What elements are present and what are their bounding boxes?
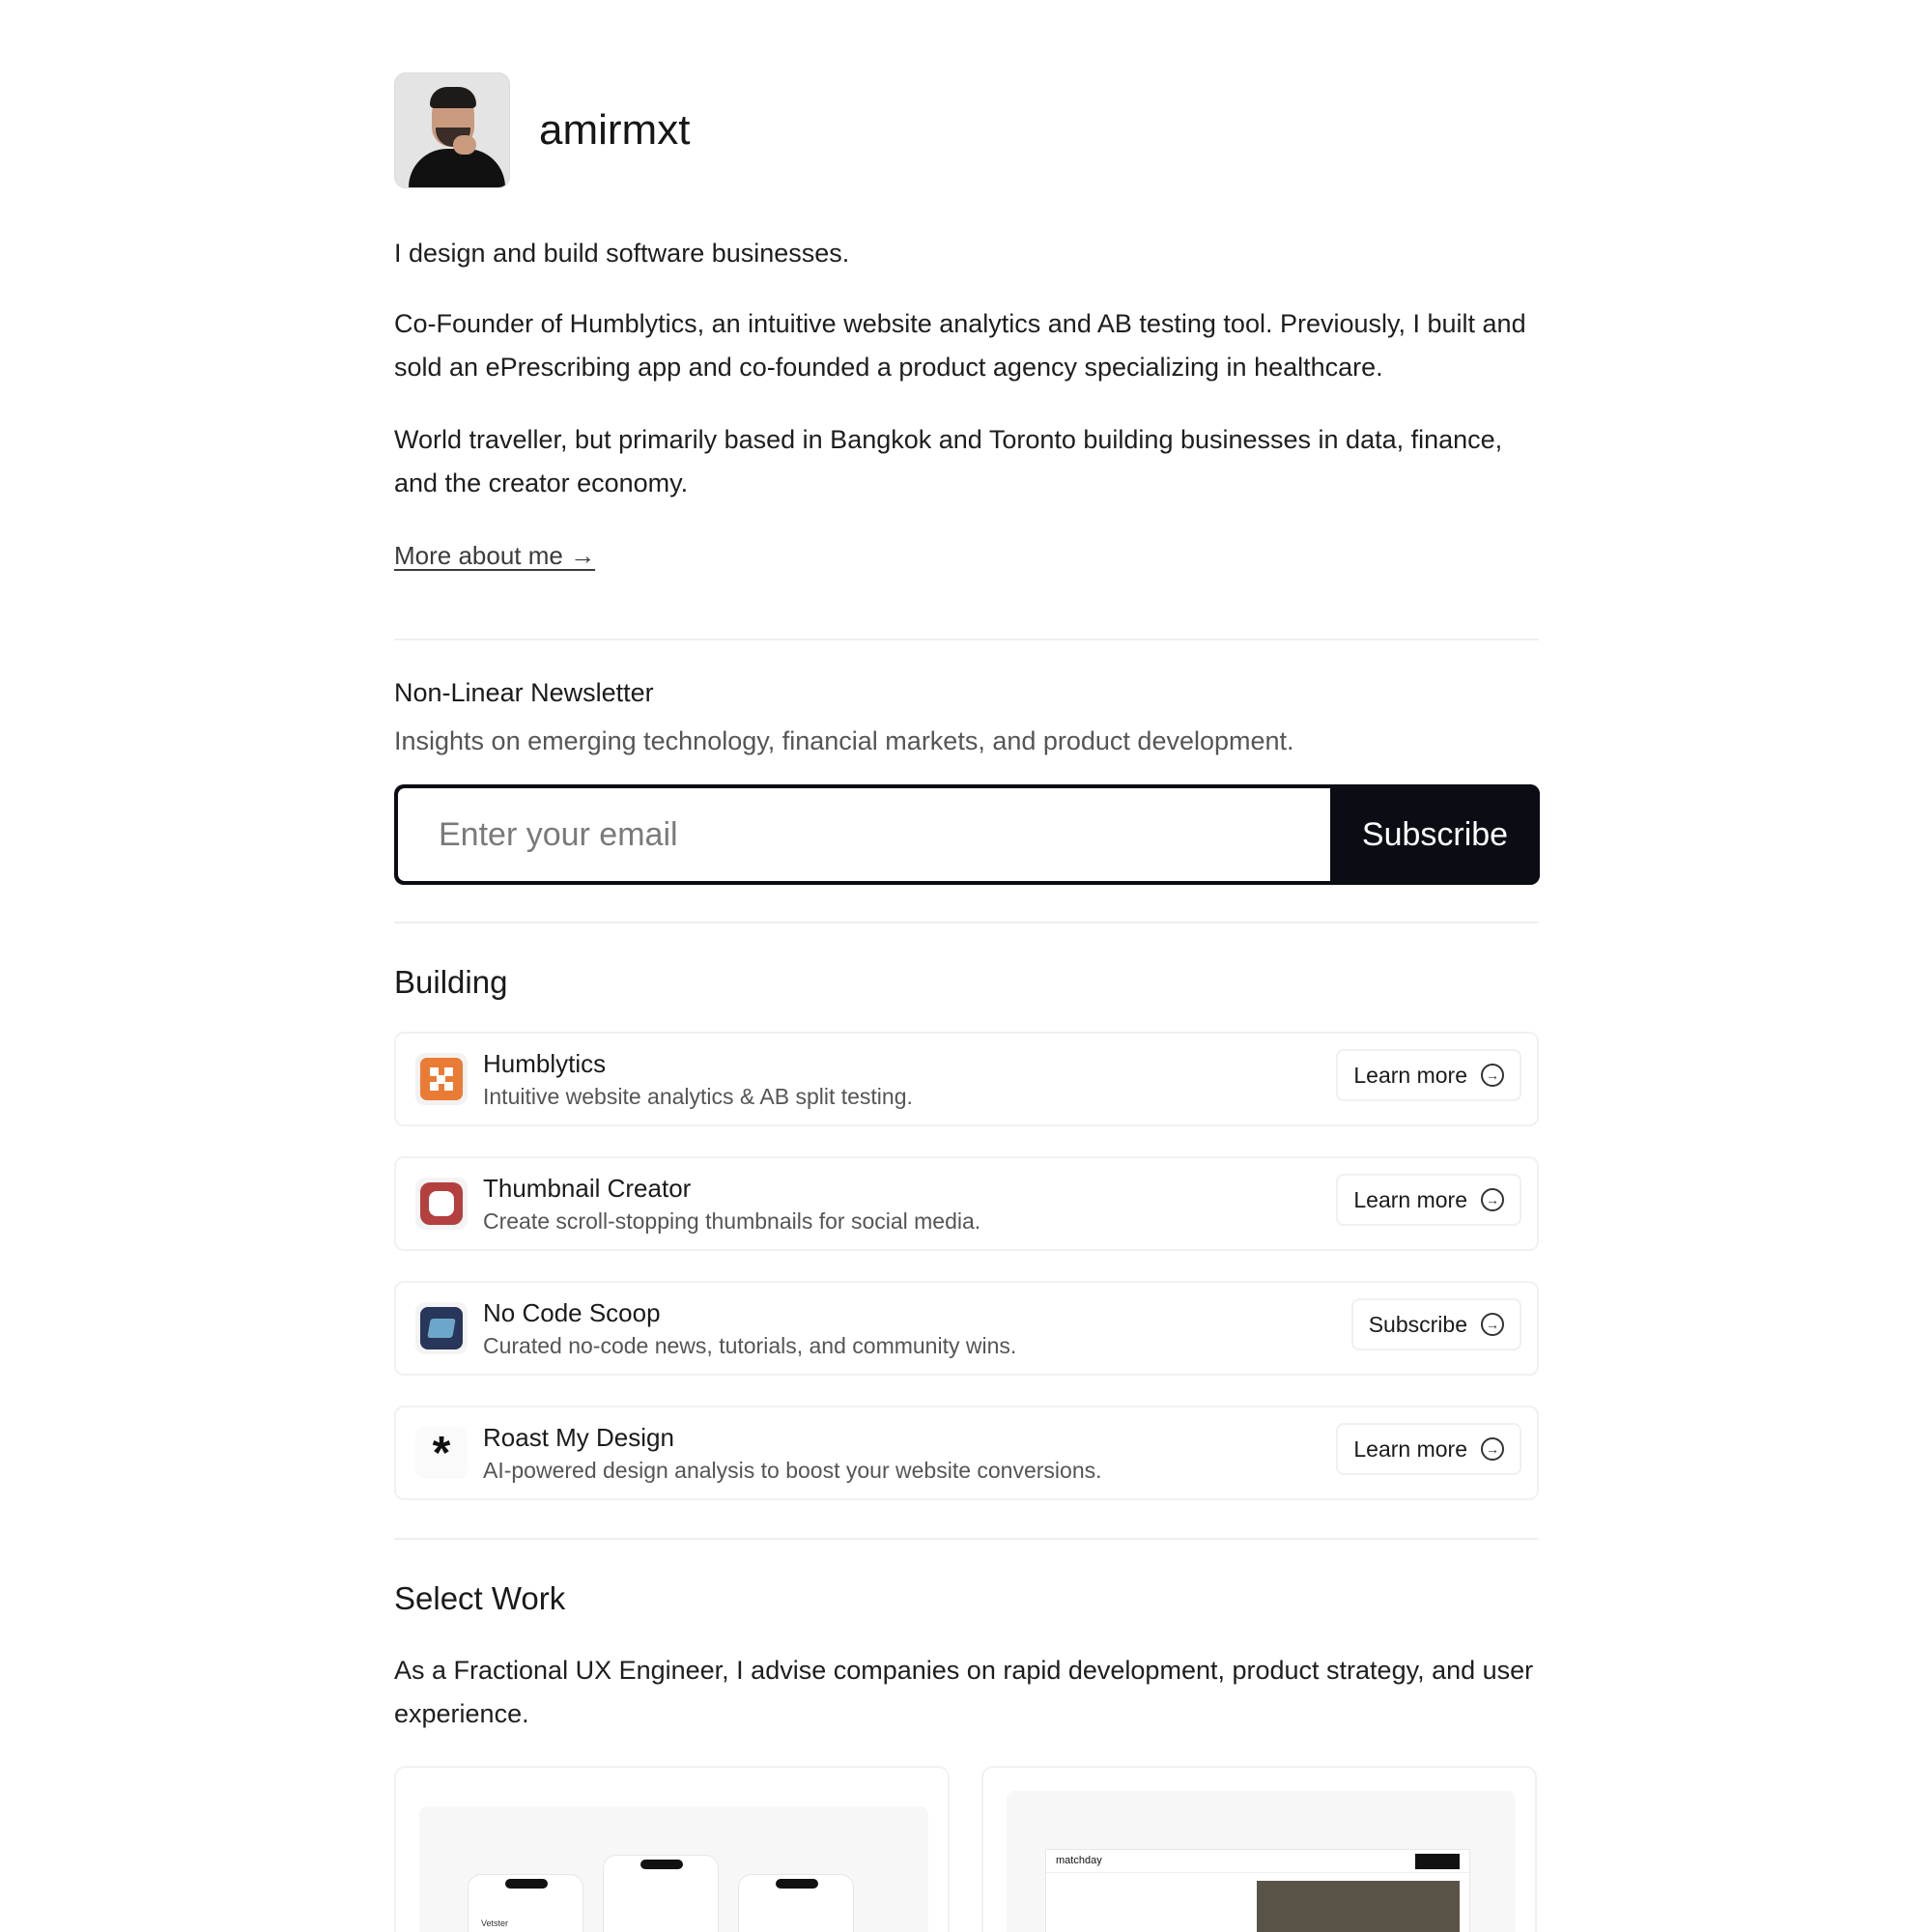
arrow-right-circle-icon: → bbox=[1481, 1437, 1504, 1461]
project-title: Thumbnail Creator bbox=[483, 1174, 692, 1203]
username: amirmxt bbox=[539, 106, 691, 154]
newsletter-subtitle: Insights on emerging technology, financi… bbox=[394, 726, 1294, 755]
work-card-label: Vetster bbox=[481, 1918, 509, 1928]
humblytics-logo-icon bbox=[415, 1053, 468, 1105]
work-card-label: matchday bbox=[1056, 1855, 1102, 1866]
project-card-roast-my-design[interactable]: * Roast My Design AI-powered design anal… bbox=[394, 1406, 1539, 1500]
subscribe-link-button[interactable]: Subscribe → bbox=[1350, 1298, 1521, 1350]
select-work-heading: Select Work bbox=[394, 1580, 566, 1616]
cta-label: Learn more bbox=[1353, 1062, 1467, 1088]
project-title: No Code Scoop bbox=[483, 1298, 661, 1327]
learn-more-button[interactable]: Learn more → bbox=[1336, 1174, 1521, 1226]
project-title: Humblytics bbox=[483, 1049, 607, 1078]
project-description: AI-powered design analysis to boost your… bbox=[483, 1458, 1102, 1483]
learn-more-button[interactable]: Learn more → bbox=[1336, 1049, 1521, 1101]
thumbnail-creator-logo-icon bbox=[415, 1178, 468, 1230]
select-work-description: As a Fractional UX Engineer, I advise co… bbox=[394, 1656, 1534, 1728]
asterisk-icon: * bbox=[415, 1427, 468, 1479]
project-card-no-code-scoop[interactable]: No Code Scoop Curated no-code news, tuto… bbox=[394, 1281, 1539, 1376]
arrow-right-circle-icon: → bbox=[1481, 1188, 1504, 1211]
website-screenshot: matchday bbox=[1007, 1791, 1516, 1932]
more-about-me-link[interactable]: More about me → bbox=[394, 541, 595, 571]
arrow-right-circle-icon: → bbox=[1481, 1313, 1504, 1336]
arrow-right-circle-icon: → bbox=[1481, 1064, 1504, 1087]
work-card-matchday[interactable]: matchday bbox=[981, 1766, 1537, 1932]
project-title: Roast My Design bbox=[483, 1423, 674, 1452]
divider bbox=[394, 639, 1539, 640]
no-code-scoop-logo-icon bbox=[415, 1302, 468, 1354]
mobile-app-screenshot: Vetster bbox=[419, 1806, 928, 1932]
divider bbox=[394, 922, 1539, 923]
bio-paragraph-2: World traveller, but primarily based in … bbox=[394, 425, 1503, 497]
building-heading: Building bbox=[394, 964, 508, 1000]
project-card-thumbnail-creator[interactable]: Thumbnail Creator Create scroll-stopping… bbox=[394, 1156, 1539, 1251]
profile-header: amirmxt bbox=[394, 72, 690, 188]
project-description: Create scroll-stopping thumbnails for so… bbox=[483, 1208, 981, 1234]
email-input[interactable] bbox=[398, 788, 1330, 881]
subscribe-button[interactable]: Subscribe bbox=[1330, 784, 1540, 885]
divider bbox=[394, 1538, 1539, 1540]
cta-label: Subscribe bbox=[1368, 1311, 1467, 1337]
cta-label: Learn more bbox=[1353, 1186, 1467, 1212]
tagline: I design and build software businesses. bbox=[394, 239, 850, 268]
learn-more-button[interactable]: Learn more → bbox=[1336, 1423, 1521, 1475]
project-card-humblytics[interactable]: Humblytics Intuitive website analytics &… bbox=[394, 1032, 1539, 1126]
cta-label: Learn more bbox=[1353, 1435, 1467, 1462]
bio-paragraph-1: Co-Founder of Humblytics, an intuitive w… bbox=[394, 309, 1526, 382]
newsletter-title: Non-Linear Newsletter bbox=[394, 678, 654, 707]
page: amirmxt I design and build software busi… bbox=[0, 0, 1932, 1932]
work-card-vetster[interactable]: Vetster bbox=[394, 1766, 950, 1932]
project-description: Curated no-code news, tutorials, and com… bbox=[483, 1333, 1017, 1358]
newsletter-form: Subscribe bbox=[394, 784, 1540, 885]
project-description: Intuitive website analytics & AB split t… bbox=[483, 1084, 913, 1109]
avatar bbox=[394, 72, 510, 188]
